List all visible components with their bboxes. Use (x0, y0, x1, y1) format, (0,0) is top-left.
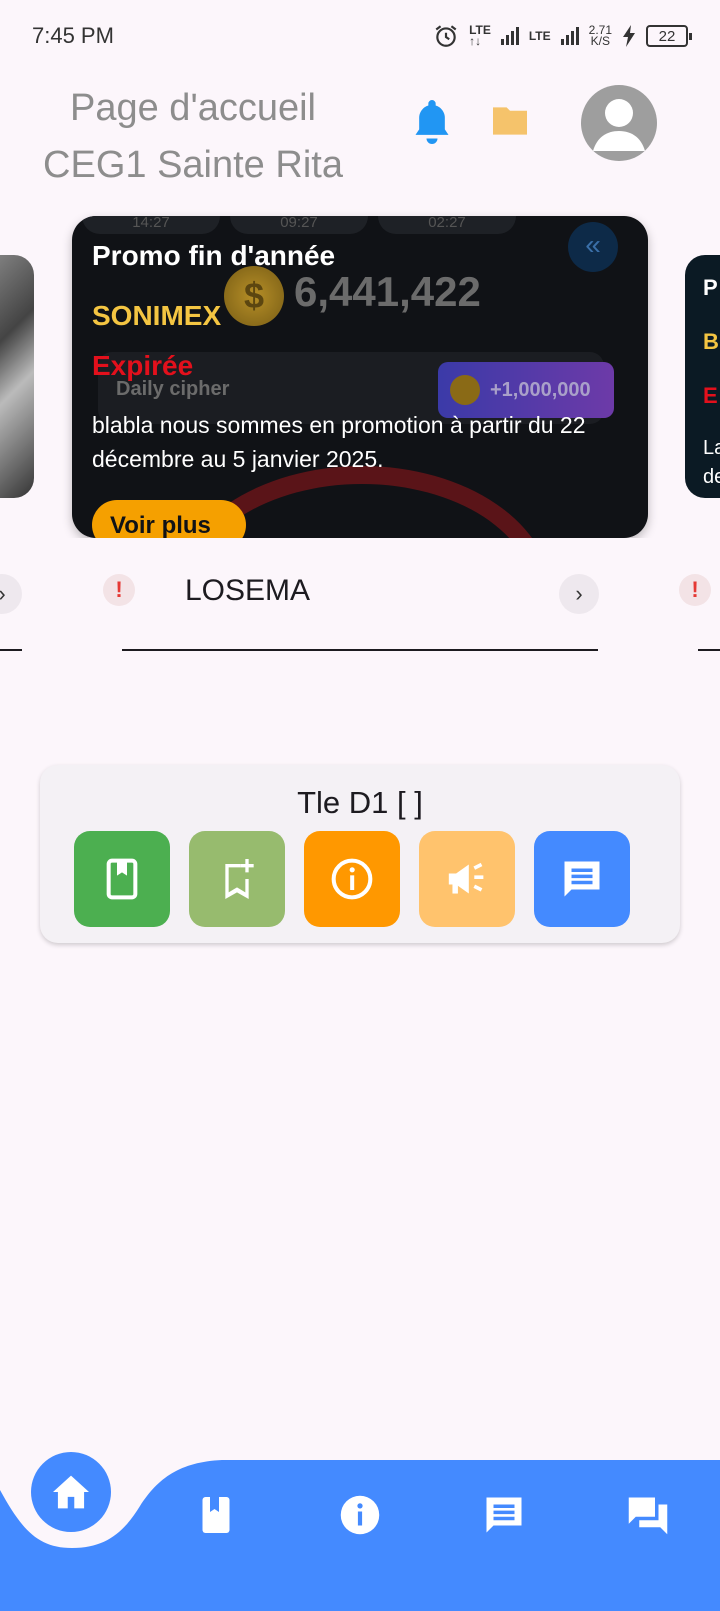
home-icon (53, 1475, 89, 1509)
book-icon (106, 858, 138, 900)
nav-courses[interactable] (186, 1485, 246, 1545)
promo-description: blabla nous sommes en promotion à partir… (92, 412, 586, 472)
folder-icon (493, 107, 527, 135)
background-pill: 09:27 (230, 216, 368, 234)
announcements-button[interactable] (419, 831, 515, 927)
collapse-button[interactable]: « (568, 222, 618, 272)
courses-button[interactable] (74, 831, 170, 927)
bookmark-add-icon (225, 859, 254, 899)
promo-status: Expirée (92, 350, 194, 381)
tab-underline (122, 649, 598, 651)
coin-icon: $ (224, 266, 284, 326)
info-button[interactable] (304, 831, 400, 927)
background-balance: 6,441,422 (294, 268, 481, 315)
book-icon (202, 1497, 230, 1533)
tab-school-active[interactable]: LOSEMA (185, 574, 310, 608)
avatar[interactable] (581, 85, 657, 161)
next-promo-card[interactable]: P B E La de (685, 255, 720, 498)
campaign-icon (448, 862, 484, 894)
promo-brand: SONIMEX (92, 300, 222, 331)
documents-button[interactable] (489, 104, 531, 143)
info-icon (331, 858, 373, 900)
previous-promo-card[interactable] (0, 255, 34, 498)
status-time: 7:45 PM (32, 23, 114, 48)
battery-icon: 22 (646, 25, 692, 47)
network-1: LTE ↑↓ (469, 23, 491, 48)
nav-home[interactable] (31, 1452, 111, 1532)
tab-underline (0, 649, 22, 651)
status-icons: LTE ↑↓ LTE 2.71 K/S 22 (433, 23, 692, 49)
promo-card[interactable]: 14:27 09:27 02:27 $ 6,441,422 Daily ciph… (72, 216, 648, 538)
class-title: Tle D1 [ ] (297, 785, 423, 820)
bell-icon (415, 100, 449, 144)
page-title: Page d'accueil CEG1 Sainte Rita (43, 87, 343, 186)
coin-icon (450, 375, 480, 405)
charging-icon (623, 25, 635, 47)
nav-messages[interactable] (474, 1485, 534, 1545)
add-bookmark-button[interactable] (189, 831, 285, 927)
alarm-icon (435, 25, 457, 47)
promo-title: Promo fin d'année (92, 240, 336, 271)
forum-icon (628, 1497, 668, 1535)
messages-button[interactable] (534, 831, 630, 927)
message-icon (486, 1497, 522, 1533)
network-speed: 2.71 K/S (588, 23, 612, 48)
status-bar: 7:45 PM LTE ↑↓ LTE 2.71 K/S 22 (0, 0, 720, 72)
account-icon (593, 99, 645, 151)
signal-2-icon (560, 27, 579, 45)
bottom-navigation (0, 1452, 720, 1611)
promo-carousel[interactable]: 14:27 09:27 02:27 $ 6,441,422 Daily ciph… (0, 200, 720, 538)
signal-1-icon (500, 27, 519, 45)
info-icon (340, 1495, 380, 1535)
nav-forum[interactable] (618, 1485, 678, 1545)
nav-info[interactable] (330, 1485, 390, 1545)
alert-icon: ! (679, 574, 711, 606)
alert-icon: ! (103, 574, 135, 606)
background-pill: 14:27 (82, 216, 220, 234)
notifications-button[interactable] (410, 96, 454, 153)
school-tabs: › ! LOSEMA › ! (0, 560, 720, 660)
background-pill: 02:27 (378, 216, 516, 234)
chevron-right-icon[interactable]: › (559, 574, 599, 614)
promo-more-button[interactable]: Voir plus (92, 500, 246, 538)
message-icon (564, 861, 600, 897)
chevron-right-icon[interactable]: › (0, 574, 22, 614)
network-2: LTE (528, 28, 551, 43)
class-panel: Tle D1 [ ] (40, 765, 680, 943)
tab-underline (698, 649, 720, 651)
